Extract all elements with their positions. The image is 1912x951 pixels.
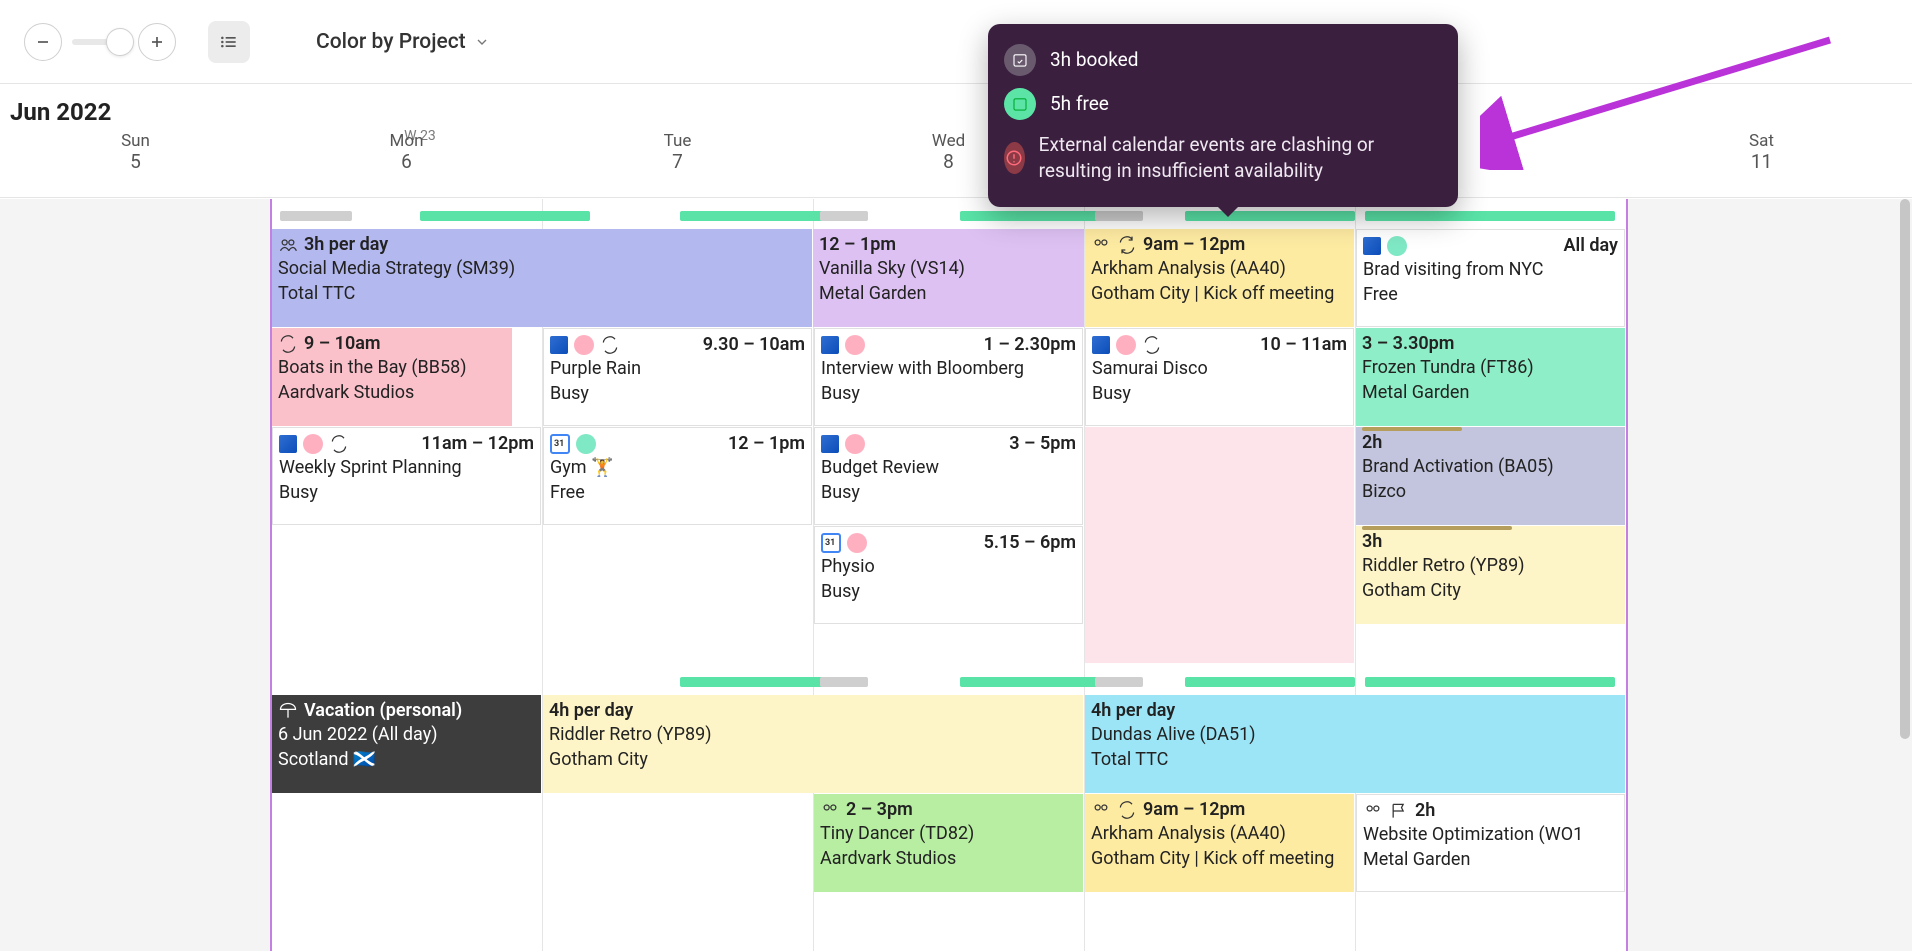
zoom-in-button[interactable] [138, 23, 176, 61]
event-vanilla-sky[interactable]: 12 – 1pm Vanilla Sky (VS14) Metal Garden [813, 229, 1084, 327]
day-header-mon[interactable]: Mon6 [271, 128, 542, 197]
calendar-free-icon [1004, 88, 1036, 120]
tooltip-booked: 3h booked [1050, 47, 1138, 73]
day-header-sun[interactable]: Sun5 [0, 128, 271, 197]
outlook-icon [821, 336, 839, 354]
event-website-optimization[interactable]: 2h Website Optimization (WO1 Metal Garde… [1356, 794, 1625, 892]
color-by-label: Color by Project [316, 30, 466, 54]
google-calendar-icon [821, 533, 841, 553]
plus-icon [147, 32, 167, 52]
week-line-right [1626, 199, 1628, 951]
repeat-icon [1117, 235, 1137, 255]
google-calendar-icon [550, 434, 570, 454]
month-label: Jun 2022 [10, 98, 111, 126]
day-header-tue[interactable]: Tue7 [542, 128, 813, 197]
tooltip-free: 5h free [1050, 91, 1109, 117]
repeat-icon [1117, 800, 1137, 820]
people-icon [1091, 235, 1111, 255]
outlook-icon [550, 336, 568, 354]
vertical-scrollbar[interactable] [1898, 199, 1912, 951]
availability-tooltip: 3h booked 5h free External calendar even… [988, 24, 1458, 207]
zoom-out-button[interactable] [24, 23, 62, 61]
chevron-down-icon [474, 34, 490, 50]
status-dot-free [576, 434, 596, 454]
repeat-icon [600, 335, 620, 355]
event-brad-visiting[interactable]: All day Brad visiting from NYC Free [1356, 229, 1625, 327]
people-icon [278, 235, 298, 255]
event-weekly-sprint[interactable]: 11am – 12pm Weekly Sprint Planning Busy [272, 427, 541, 525]
status-dot-busy [574, 335, 594, 355]
warning-icon [1004, 142, 1025, 174]
calendar-check-icon [1004, 44, 1036, 76]
repeat-icon [329, 434, 349, 454]
umbrella-icon [278, 701, 298, 721]
zoom-slider[interactable] [72, 39, 128, 45]
event-riddler-retro-week[interactable]: 4h per day Riddler Retro (YP89) Gotham C… [543, 695, 1083, 793]
event-riddler-retro-fri[interactable]: 3h Riddler Retro (YP89) Gotham City [1356, 526, 1625, 624]
tooltip-warning: External calendar events are clashing or… [1039, 132, 1442, 183]
people-icon [1363, 801, 1383, 821]
scrollbar-thumb[interactable] [1900, 199, 1910, 739]
status-dot-busy [847, 533, 867, 553]
event-social-media-strategy[interactable]: 3h per day Social Media Strategy (SM39) … [272, 229, 812, 327]
event-boats-in-bay[interactable]: 9 – 10am Boats in the Bay (BB58) Aardvar… [272, 328, 512, 426]
event-frozen-tundra[interactable]: 3 – 3.30pm Frozen Tundra (FT86) Metal Ga… [1356, 328, 1625, 426]
list-view-toggle[interactable] [208, 21, 250, 63]
event-arkham-analysis-2[interactable]: 9am – 12pm Arkham Analysis (AA40) Gotham… [1085, 794, 1354, 892]
repeat-icon [1142, 335, 1162, 355]
event-physio[interactable]: 5.15 – 6pm Physio Busy [814, 526, 1083, 624]
minus-icon [33, 32, 53, 52]
status-dot-busy [845, 434, 865, 454]
event-thu-block[interactable] [1085, 427, 1354, 663]
status-dot-busy [303, 434, 323, 454]
status-dot-busy [1116, 335, 1136, 355]
event-arkham-analysis[interactable]: 9am – 12pm Arkham Analysis (AA40) Gotham… [1085, 229, 1354, 327]
outlook-icon [1363, 237, 1381, 255]
event-budget-review[interactable]: 3 – 5pm Budget Review Busy [814, 427, 1083, 525]
event-dundas-alive[interactable]: 4h per day Dundas Alive (DA51) Total TTC [1085, 695, 1625, 793]
event-brand-activation[interactable]: 2h Brand Activation (BA05) Bizco [1356, 427, 1625, 525]
color-by-dropdown[interactable]: Color by Project [316, 30, 490, 54]
avail-bar [280, 211, 352, 221]
flag-icon [1389, 801, 1409, 821]
status-dot-free [1387, 236, 1407, 256]
zoom-slider-knob[interactable] [106, 28, 134, 56]
event-gym[interactable]: 12 – 1pm Gym 🏋️ Free [543, 427, 812, 525]
status-dot-busy [845, 335, 865, 355]
event-purple-rain[interactable]: 9.30 – 10am Purple Rain Busy [543, 328, 812, 426]
outlook-icon [821, 435, 839, 453]
list-icon [219, 32, 239, 52]
event-tiny-dancer[interactable]: 2 – 3pm Tiny Dancer (TD82) Aardvark Stud… [814, 794, 1083, 892]
repeat-icon [278, 334, 298, 354]
people-icon [820, 800, 840, 820]
event-vacation[interactable]: Vacation (personal) 6 Jun 2022 (All day)… [272, 695, 541, 793]
event-bloomberg[interactable]: 1 – 2.30pm Interview with Bloomberg Busy [814, 328, 1083, 426]
calendar-grid[interactable]: 3h per day Social Media Strategy (SM39) … [0, 199, 1912, 951]
outlook-icon [1092, 336, 1110, 354]
people-icon [1091, 800, 1111, 820]
outlook-icon [279, 435, 297, 453]
event-samurai-disco[interactable]: 10 – 11am Samurai Disco Busy [1085, 328, 1354, 426]
zoom-controls [24, 23, 176, 61]
annotation-arrow [1480, 30, 1840, 170]
